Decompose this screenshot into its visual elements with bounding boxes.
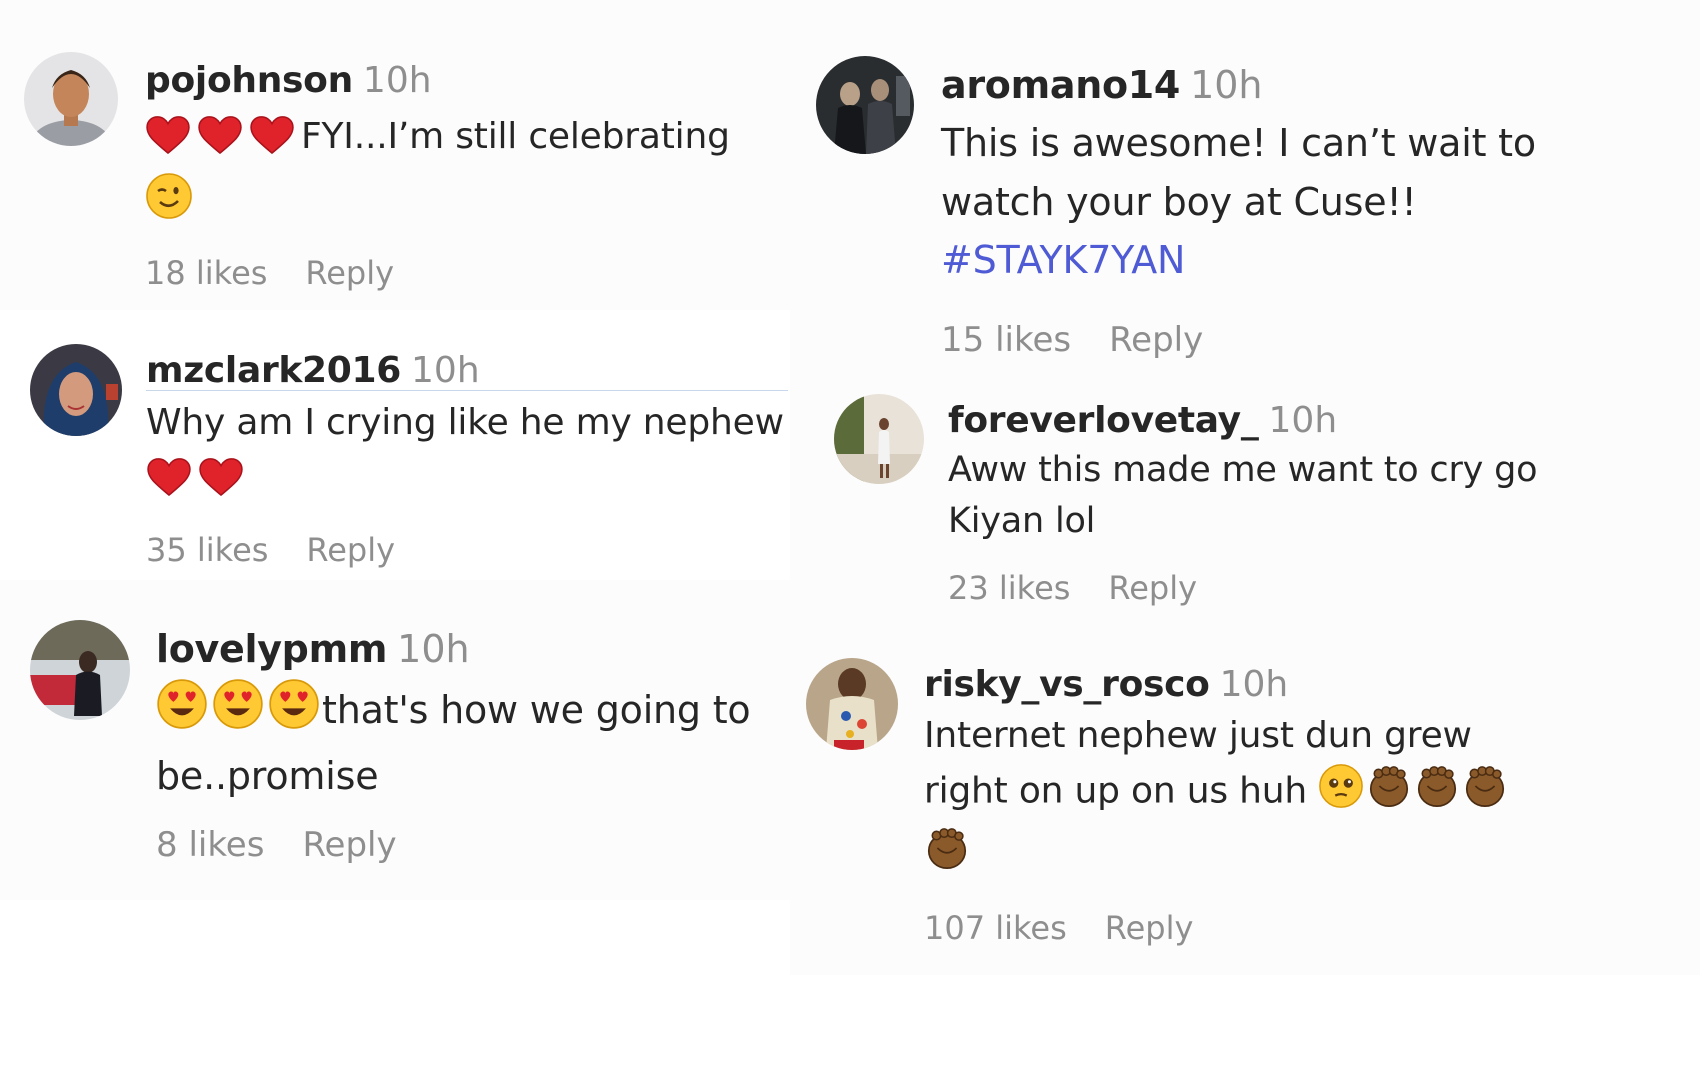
raised-fist-dark-icon	[1366, 763, 1412, 825]
reply-button[interactable]: Reply	[305, 254, 394, 292]
timestamp[interactable]: 10h	[411, 350, 480, 391]
comment-text: Aww this made me want to cry go Kiyan lo…	[948, 445, 1553, 547]
raised-fist-dark-icon	[1462, 763, 1508, 825]
red-heart-icon	[249, 115, 295, 172]
comment-body: This is awesome! I can’t wait to watch y…	[941, 120, 1536, 224]
comment-body: Why am I crying like he my nephew	[146, 402, 784, 444]
pleading-face-icon	[1318, 763, 1364, 825]
comment-actions: 18 likes Reply	[145, 254, 785, 292]
reply-button[interactable]: Reply	[1105, 909, 1194, 947]
comment-body: Aww this made me want to cry go Kiyan lo…	[948, 450, 1538, 542]
comment-actions: 107 likes Reply	[924, 909, 1564, 947]
username[interactable]: pojohnson	[145, 60, 353, 101]
avatar[interactable]	[30, 344, 122, 436]
comment-actions: 23 likes Reply	[948, 569, 1578, 607]
username[interactable]: risky_vs_rosco	[924, 664, 1210, 705]
comment-actions: 15 likes Reply	[941, 320, 1581, 360]
likes-count[interactable]: 23 likes	[948, 569, 1070, 607]
avatar[interactable]	[806, 658, 898, 750]
raised-fist-dark-icon	[924, 825, 970, 887]
timestamp[interactable]: 10h	[1190, 63, 1262, 107]
raised-fist-dark-icon	[1414, 763, 1460, 825]
heart-eyes-face-icon	[212, 678, 264, 747]
timestamp[interactable]: 10h	[1269, 400, 1338, 441]
red-heart-icon	[197, 115, 243, 172]
likes-count[interactable]: 15 likes	[941, 320, 1071, 360]
username[interactable]: lovelypmm	[156, 627, 387, 671]
reply-button[interactable]: Reply	[1108, 569, 1197, 607]
red-heart-icon	[198, 457, 244, 514]
comment-text: Internet nephew just dun grew right on u…	[924, 709, 1554, 887]
comment-actions: 8 likes Reply	[156, 825, 796, 865]
username[interactable]: aromano14	[941, 63, 1180, 107]
reply-button[interactable]: Reply	[1109, 320, 1203, 360]
avatar[interactable]	[834, 394, 924, 484]
username[interactable]: foreverlovetay_	[948, 400, 1259, 441]
likes-count[interactable]: 107 likes	[924, 909, 1067, 947]
winking-face-icon	[145, 172, 193, 237]
username[interactable]: mzclark2016	[146, 350, 401, 391]
comment-text: This is awesome! I can’t wait to watch y…	[941, 114, 1541, 291]
timestamp[interactable]: 10h	[363, 60, 432, 101]
comment-text: Why am I crying like he my nephew	[146, 395, 786, 513]
likes-count[interactable]: 18 likes	[145, 254, 267, 292]
comment-actions: 35 likes Reply	[146, 531, 786, 569]
heart-eyes-face-icon	[156, 678, 208, 747]
timestamp[interactable]: 10h	[397, 627, 469, 671]
red-heart-icon	[145, 115, 191, 172]
avatar[interactable]	[30, 620, 130, 720]
comment-text: FYI...I’m still celebrating	[145, 109, 785, 236]
comment-body: FYI...I’m still celebrating	[301, 116, 730, 158]
hashtag-link[interactable]: #STAYK7YAN	[941, 238, 1185, 282]
heart-eyes-face-icon	[268, 678, 320, 747]
timestamp[interactable]: 10h	[1220, 664, 1289, 705]
comment-text: that's how we going to be..promise	[156, 678, 796, 806]
reply-button[interactable]: Reply	[302, 825, 396, 865]
red-heart-icon	[146, 457, 192, 514]
avatar[interactable]	[24, 52, 118, 146]
avatar[interactable]	[816, 56, 914, 154]
reply-button[interactable]: Reply	[306, 531, 395, 569]
likes-count[interactable]: 8 likes	[156, 825, 264, 865]
likes-count[interactable]: 35 likes	[146, 531, 268, 569]
